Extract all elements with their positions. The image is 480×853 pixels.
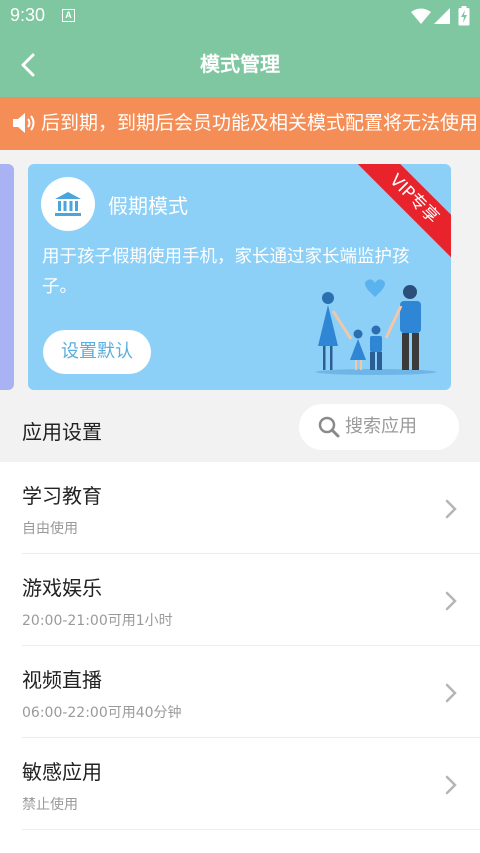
app-bar: 模式管理 [0,32,480,97]
chevron-right-icon [445,499,457,519]
category-name: 敏感应用 [22,760,102,784]
category-rule: 禁止使用 [22,797,78,813]
list-item[interactable]: 游戏娱乐 20:00-21:00可用1小时 [22,554,480,646]
speaker-icon [13,113,35,133]
chevron-right-icon [445,775,457,795]
wifi-icon [411,8,431,24]
search-placeholder: 搜索应用 [345,416,417,437]
battery-icon [458,6,470,26]
notice-text: 后到期，到期后会员功能及相关模式配置将无法使用 [41,112,479,134]
notification-icon: A [62,9,75,22]
list-item[interactable]: 敏感应用 禁止使用 [22,738,480,830]
app-settings-label: 应用设置 [22,420,102,444]
page-title: 模式管理 [200,52,280,76]
expiry-notice-banner[interactable]: 后到期，到期后会员功能及相关模式配置将无法使用 [0,97,480,150]
mode-title: 假期模式 [108,194,188,218]
mode-card[interactable]: 假期模式 用于孩子假期使用手机，家长通过家长端监护孩子。 设置默认 VIP专享 [28,164,451,390]
list-item[interactable]: 视频直播 06:00-22:00可用40分钟 [22,646,480,738]
category-list: 学习教育 自由使用 游戏娱乐 20:00-21:00可用1小时 视频直播 06:… [0,462,480,853]
category-name: 游戏娱乐 [22,576,102,600]
category-rule: 20:00-21:00可用1小时 [22,613,173,629]
app-settings-header: 应用设置 搜索应用 [0,400,480,462]
family-illustration [316,279,436,375]
previous-mode-card[interactable] [0,164,14,390]
category-rule: 06:00-22:00可用40分钟 [22,705,182,721]
list-item[interactable]: 学习教育 自由使用 [22,462,480,554]
category-rule: 自由使用 [22,521,78,537]
search-apps-input[interactable]: 搜索应用 [299,404,459,450]
category-name: 学习教育 [22,484,102,508]
bank-icon [41,177,95,231]
category-name: 视频直播 [22,668,102,692]
search-icon [318,416,340,438]
chevron-right-icon [445,591,457,611]
signal-icon [434,8,450,24]
status-bar: 9:30 A [0,0,480,32]
status-time: 9:30 [10,5,46,25]
chevron-right-icon [445,683,457,703]
set-default-button[interactable]: 设置默认 [43,330,151,374]
